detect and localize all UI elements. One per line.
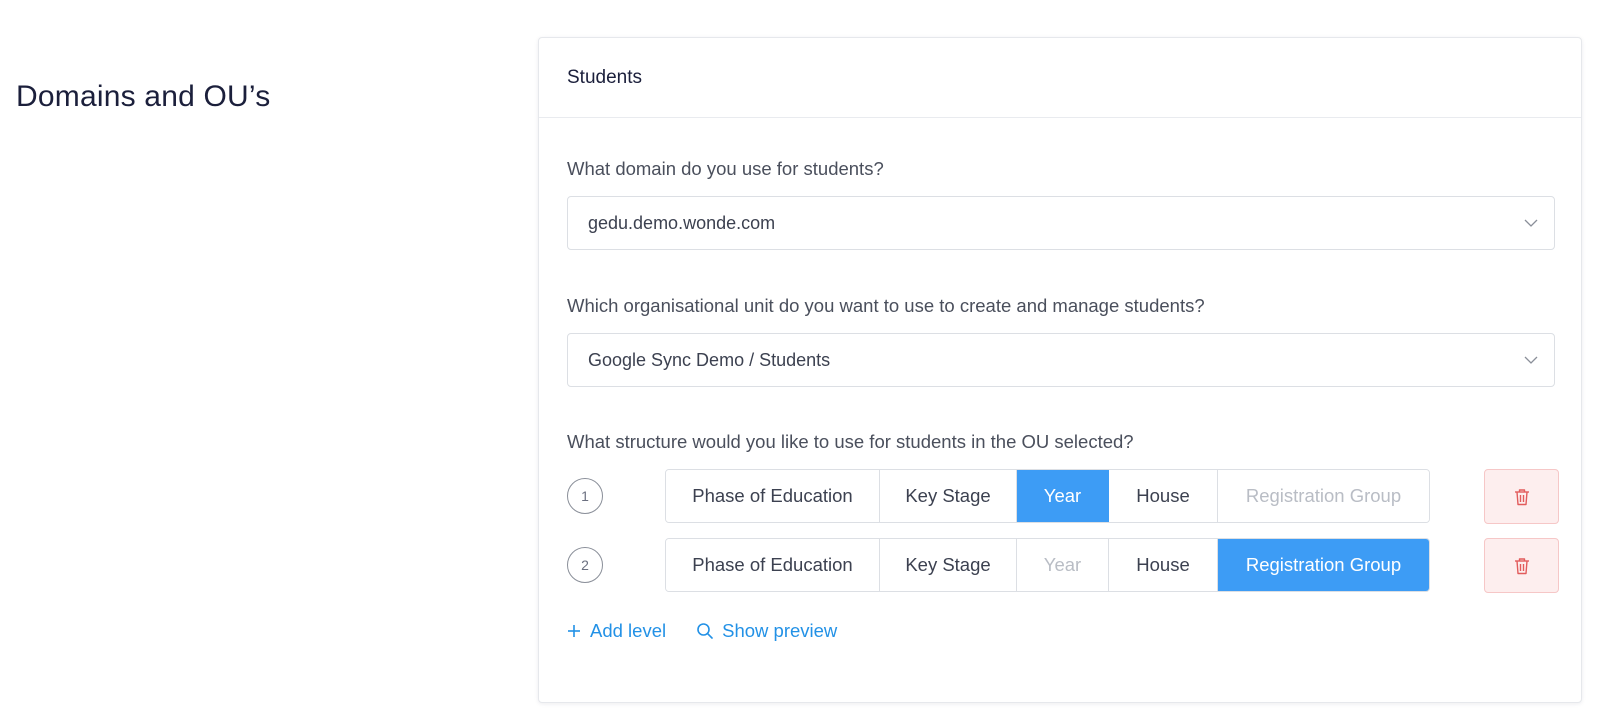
chevron-down-icon (1524, 356, 1538, 364)
option-year[interactable]: Year (1017, 539, 1109, 591)
ou-select-value: Google Sync Demo / Students (588, 349, 831, 370)
trash-icon (1514, 488, 1529, 505)
domain-select[interactable]: gedu.demo.wonde.com (567, 196, 1555, 250)
option-house[interactable]: House (1109, 539, 1218, 591)
option-phase-of-education[interactable]: Phase of Education (666, 539, 880, 591)
option-key-stage[interactable]: Key Stage (880, 539, 1017, 591)
structure-actions: Add level Show preview (566, 620, 867, 642)
ou-question-label: Which organisational unit do you want to… (567, 295, 1205, 316)
add-level-label: Add level (590, 620, 667, 641)
structure-level-row: 2 Phase of Education Key Stage Year Hous… (567, 538, 1559, 593)
option-key-stage[interactable]: Key Stage (880, 470, 1017, 522)
plus-icon (568, 625, 580, 637)
structure-level-row: 1 Phase of Education Key Stage Year Hous… (567, 469, 1559, 524)
level-number-badge: 2 (567, 547, 603, 583)
level-option-group: Phase of Education Key Stage Year House … (665, 469, 1430, 523)
show-preview-label: Show preview (722, 620, 838, 641)
domain-question-label: What domain do you use for students? (567, 158, 884, 179)
ou-select[interactable]: Google Sync Demo / Students (567, 333, 1555, 387)
option-registration-group[interactable]: Registration Group (1218, 470, 1429, 522)
option-house[interactable]: House (1109, 470, 1218, 522)
domain-select-value: gedu.demo.wonde.com (588, 212, 776, 233)
delete-level-button[interactable] (1484, 538, 1559, 593)
option-year[interactable]: Year (1017, 470, 1109, 522)
level-option-group: Phase of Education Key Stage Year House … (665, 538, 1430, 592)
option-registration-group[interactable]: Registration Group (1218, 539, 1429, 591)
option-phase-of-education[interactable]: Phase of Education (666, 470, 880, 522)
delete-level-button[interactable] (1484, 469, 1559, 524)
search-icon (697, 623, 713, 639)
structure-question-label: What structure would you like to use for… (567, 431, 1134, 452)
show-preview-link[interactable]: Show preview (696, 620, 837, 642)
level-number-badge: 1 (567, 478, 603, 514)
add-level-link[interactable]: Add level (566, 620, 666, 642)
card-header: Students (539, 38, 1581, 118)
section-title: Domains and OU’s (16, 80, 271, 113)
chevron-down-icon (1524, 219, 1538, 227)
trash-icon (1514, 557, 1529, 574)
students-card: Students What domain do you use for stud… (538, 37, 1582, 703)
card-title: Students (567, 66, 642, 88)
